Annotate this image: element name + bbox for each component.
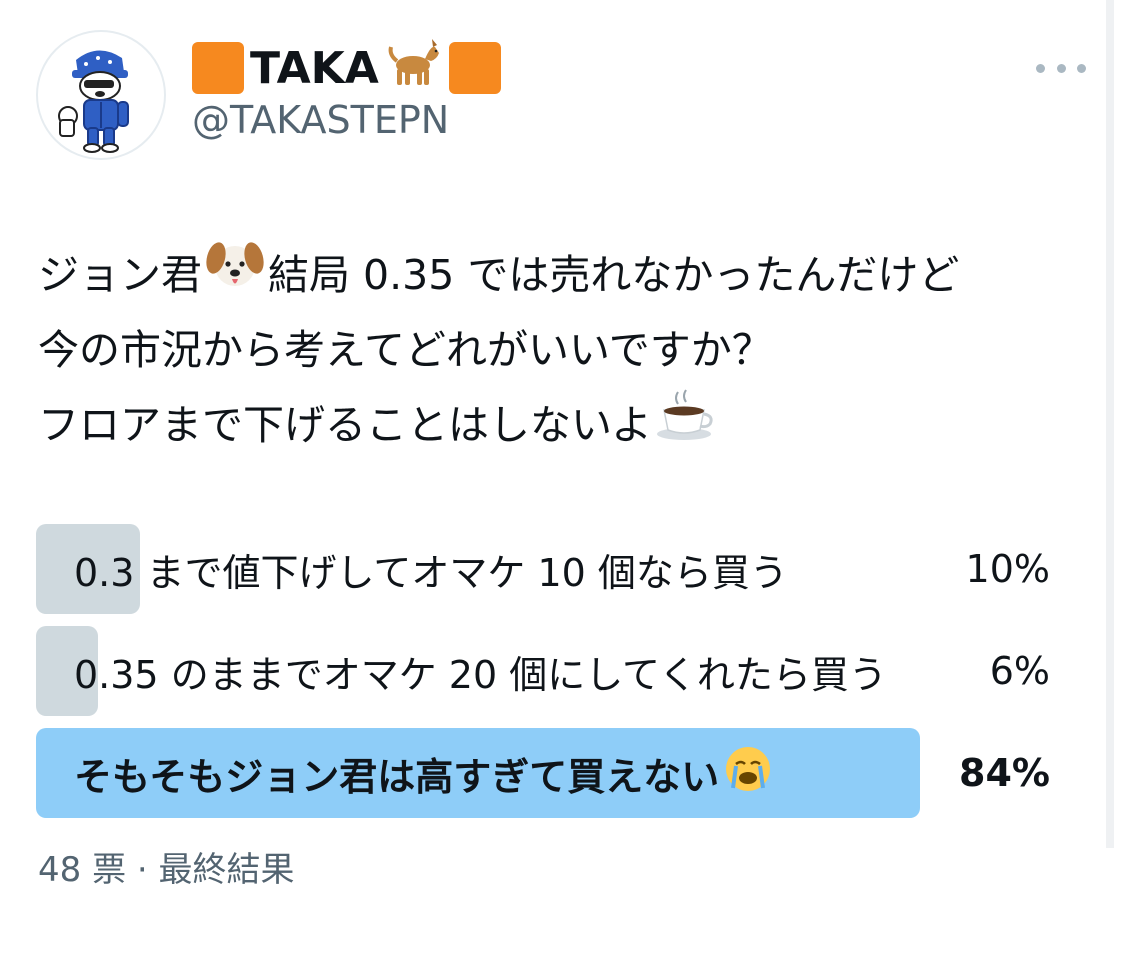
poll-option-3-percent: 84% [959, 751, 1050, 795]
display-name[interactable]: TAKA [192, 38, 501, 98]
loudly-crying-face-icon [723, 744, 773, 803]
dog-icon [385, 37, 443, 100]
orange-square-icon [448, 42, 501, 94]
poll-option-1: 0.3 まで値下げしてオマケ 10 個なら買う 10% [36, 524, 1050, 614]
poll-option-2-label: 0.35 のままでオマケ 20 個にしてくれたら買う [74, 652, 887, 697]
tweet-line-3: フロアまで下げることはしないよ [38, 386, 1098, 464]
poll-option-2-percent: 6% [989, 649, 1050, 693]
tweet-line-1: ジョン君 結局 0.35 では売れなかったんだけど [38, 236, 1098, 314]
poll-option-3: そもそもジョン君は高すぎて買えない 84% [36, 728, 1050, 818]
tweet-line-2: 今の市況から考えてどれがいいですか？ [38, 314, 1098, 386]
hot-beverage-icon [654, 386, 718, 464]
tweet-line-1-part-a: ジョン君 [38, 251, 202, 299]
poll-option-1-label: 0.3 まで値下げしてオマケ 10 個なら買う [74, 550, 788, 595]
tweet-line-3-text: フロアまで下げることはしないよ [38, 401, 653, 449]
display-name-text: TAKA [250, 42, 379, 94]
tweet-text: ジョン君 結局 0.35 では売れなかったんだけど 今の市況から考えてどれがいい… [38, 236, 1098, 464]
user-handle[interactable]: @TAKASTEPN [192, 98, 449, 142]
poll-option-1-percent: 10% [965, 547, 1050, 591]
tweet-line-1-part-b: 結局 0.35 では売れなかったんだけど [268, 251, 960, 299]
poll-option-3-label: そもそもジョン君は高すぎて買えない [74, 754, 720, 799]
poll-option-2: 0.35 のままでオマケ 20 個にしてくれたら買う 6% [36, 626, 1050, 716]
avatar[interactable] [36, 30, 166, 160]
dog-face-icon [204, 236, 266, 314]
tweet-line-2-text: 今の市況から考えてどれがいいですか？ [38, 326, 773, 374]
more-options-icon[interactable] [1036, 50, 1086, 86]
scrollbar-track[interactable] [1106, 0, 1114, 848]
poll-option-3-label-wrap: そもそもジョン君は高すぎて買えない [74, 728, 773, 818]
poll-footer: 48 票 · 最終結果 [38, 850, 295, 890]
orange-square-icon [192, 42, 244, 94]
